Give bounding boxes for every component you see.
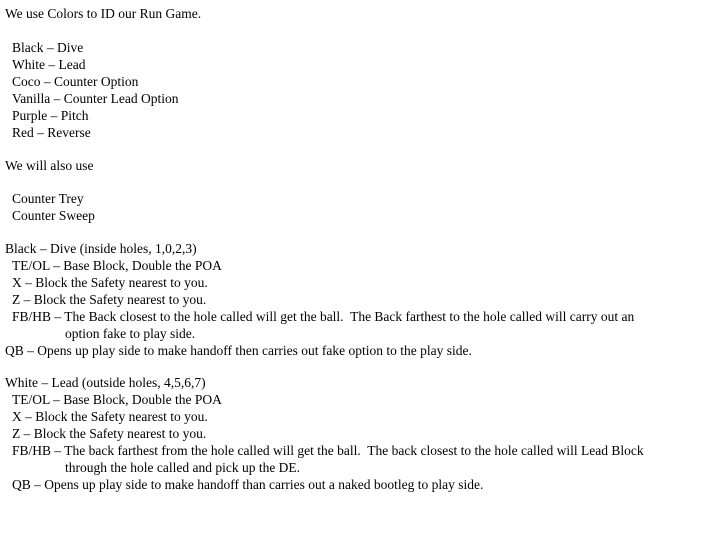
black-dive-title: Black – Dive (inside holes, 1,0,2,3) (5, 241, 197, 256)
white-lead-title: White – Lead (outside holes, 4,5,6,7) (5, 375, 206, 390)
white-lead-assignment-fbhb-continuation: through the hole called and pick up the … (65, 460, 301, 475)
color-key-item-white: White – Lead (12, 57, 86, 72)
black-dive-assignment-fbhb: FB/HB – The Back closest to the hole cal… (12, 309, 635, 324)
slide-page: We use Colors to ID our Run Game. Black … (0, 0, 720, 540)
black-dive-assignment-teol: TE/OL – Base Block, Double the POA (12, 258, 222, 273)
also-use-heading: We will also use (5, 158, 94, 173)
color-key-item-red: Red – Reverse (12, 125, 91, 140)
color-key-item-vanilla: Vanilla – Counter Lead Option (12, 91, 179, 106)
white-lead-assignment-x: X – Block the Safety nearest to you. (12, 409, 208, 424)
black-dive-assignment-x: X – Block the Safety nearest to you. (12, 275, 208, 290)
also-use-item-counter-trey: Counter Trey (12, 191, 84, 206)
black-dive-assignment-fbhb-continuation: option fake to play side. (65, 326, 196, 341)
white-lead-assignment-qb: QB – Opens up play side to make handoff … (12, 477, 484, 492)
black-dive-assignment-z: Z – Block the Safety nearest to you. (12, 292, 207, 307)
white-lead-assignment-fbhb: FB/HB – The back farthest from the hole … (12, 443, 644, 458)
white-lead-assignment-teol: TE/OL – Base Block, Double the POA (12, 392, 222, 407)
intro-heading: We use Colors to ID our Run Game. (5, 6, 202, 21)
white-lead-assignment-z: Z – Block the Safety nearest to you. (12, 426, 207, 441)
also-use-item-counter-sweep: Counter Sweep (12, 208, 95, 223)
black-dive-assignment-qb: QB – Opens up play side to make handoff … (5, 343, 472, 358)
color-key-item-purple: Purple – Pitch (12, 108, 89, 123)
color-key-item-coco: Coco – Counter Option (12, 74, 139, 89)
color-key-item-black: Black – Dive (12, 40, 84, 55)
